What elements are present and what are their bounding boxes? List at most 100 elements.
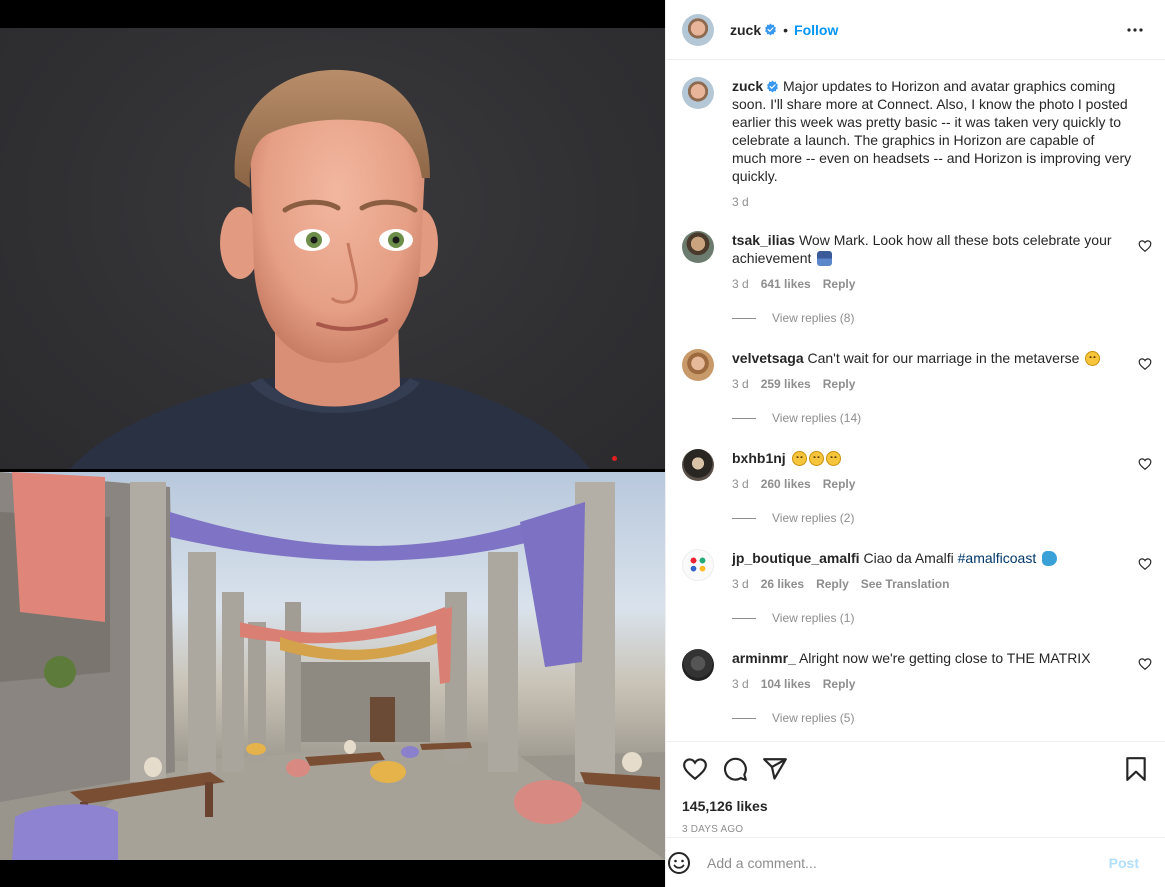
share-icon[interactable] [762, 756, 788, 782]
comment-body: tsak_ilias Wow Mark. Look how all these … [732, 231, 1132, 293]
comment-item: jp_boutique_amalfi Ciao da Amalfi #amalf… [682, 549, 1152, 593]
view-replies-label: View replies (2) [772, 511, 855, 525]
caption-text: Major updates to Horizon and avatar grap… [732, 78, 1132, 184]
post-details-panel: zuck • Follow zuck Major updates to Hori… [665, 0, 1165, 887]
comment-username[interactable]: jp_boutique_amalfi [732, 550, 860, 566]
bookmark-icon[interactable] [1123, 756, 1149, 782]
see-translation-button[interactable]: See Translation [861, 575, 950, 593]
comment-time[interactable]: 3 d [732, 375, 749, 393]
reply-button[interactable]: Reply [823, 375, 856, 393]
replies-divider [732, 417, 756, 419]
comment-username[interactable]: velvetsaga [732, 350, 804, 366]
commenter-avatar[interactable] [682, 649, 714, 681]
heart-icon[interactable] [1138, 657, 1152, 671]
heart-icon[interactable] [1138, 557, 1152, 571]
reply-button[interactable]: Reply [823, 475, 856, 493]
comments-list[interactable]: zuck Major updates to Horizon and avatar… [666, 61, 1165, 741]
view-replies-label: View replies (14) [772, 411, 862, 425]
author-info: zuck • Follow [730, 22, 838, 38]
comment-body: arminmr_ Alright now we're getting close… [732, 649, 1132, 693]
comment-meta: 3 d 641 likes Reply [732, 275, 1132, 293]
caption-time[interactable]: 3 d [732, 193, 749, 211]
post-date[interactable]: 3 DAYS AGO [682, 824, 743, 835]
view-replies-button[interactable]: View replies (14) [732, 411, 861, 425]
view-replies-button[interactable]: View replies (1) [732, 611, 854, 625]
commenter-avatar[interactable] [682, 449, 714, 481]
comment-username[interactable]: tsak_ilias [732, 232, 795, 248]
view-replies-button[interactable]: View replies (8) [732, 311, 854, 325]
comment-input[interactable] [707, 854, 1087, 871]
post-button[interactable]: Post [1109, 855, 1139, 871]
comment-icon[interactable] [722, 756, 748, 782]
heart-icon[interactable] [1138, 239, 1152, 253]
post-media[interactable] [0, 0, 665, 887]
comment-time[interactable]: 3 d [732, 675, 749, 693]
comment-meta: 3 d 26 likes Reply See Translation [732, 575, 1132, 593]
comment-time[interactable]: 3 d [732, 575, 749, 593]
comment-meta: 3 d 104 likes Reply [732, 675, 1132, 693]
author-username[interactable]: zuck [730, 22, 761, 38]
reply-button[interactable]: Reply [816, 575, 849, 593]
person-bowing-emoji-icon [817, 251, 833, 266]
verified-badge-icon [765, 23, 777, 36]
comment-time[interactable]: 3 d [732, 275, 749, 293]
separator-dot: • [783, 21, 789, 38]
commenter-avatar[interactable] [682, 549, 714, 581]
verified-badge-icon [767, 80, 779, 93]
horizon-scene-image [0, 472, 665, 860]
heart-icon[interactable] [682, 756, 708, 782]
comment-body: velvetsaga Can't wait for our marriage i… [732, 349, 1132, 393]
view-replies-button[interactable]: View replies (2) [732, 511, 854, 525]
caption-meta: 3 d [732, 193, 1132, 211]
comment-body: jp_boutique_amalfi Ciao da Amalfi #amalf… [732, 549, 1132, 593]
comment-item: tsak_ilias Wow Mark. Look how all these … [682, 231, 1152, 293]
post-actions: 145,126 likes 3 DAYS AGO [666, 741, 1165, 837]
comment-username[interactable]: bxhb1nj [732, 450, 786, 466]
view-replies-button[interactable]: View replies (5) [732, 711, 854, 725]
record-indicator [612, 456, 617, 461]
frowning-face-emoji-icon [791, 451, 807, 466]
emoji-smiley-icon[interactable] [667, 851, 691, 875]
comment-meta: 3 d 260 likes Reply [732, 475, 1132, 493]
frowning-face-emoji-icon [825, 451, 841, 466]
comment-body: bxhb1nj 3 d 260 likes Reply [732, 449, 1132, 493]
comment-likes[interactable]: 259 likes [761, 375, 811, 393]
post-caption: zuck Major updates to Horizon and avatar… [682, 77, 1152, 211]
post-header: zuck • Follow [666, 0, 1165, 60]
more-options-icon[interactable] [1123, 18, 1147, 42]
replies-divider [732, 517, 756, 519]
reply-button[interactable]: Reply [823, 275, 856, 293]
view-replies-label: View replies (5) [772, 711, 855, 725]
comment-likes[interactable]: 260 likes [761, 475, 811, 493]
comment-text: Can't wait for our marriage in the metav… [807, 350, 1080, 366]
heart-icon[interactable] [1138, 357, 1152, 371]
comment-hashtag[interactable]: #amalficoast [958, 550, 1037, 566]
comment-text: Alright now we're getting close to THE M… [798, 650, 1091, 666]
comment-text: Ciao da Amalfi [863, 550, 954, 566]
comment-item: arminmr_ Alright now we're getting close… [682, 649, 1152, 693]
fish-emoji-icon [1042, 551, 1058, 566]
replies-divider [732, 617, 756, 619]
view-replies-label: View replies (8) [772, 311, 855, 325]
action-icons-row [682, 756, 1149, 782]
avatar-render-image [0, 28, 665, 469]
comment-meta: 3 d 259 likes Reply [732, 375, 1132, 393]
comment-username[interactable]: arminmr_ [732, 650, 796, 666]
caption-username[interactable]: zuck [732, 78, 763, 94]
heart-icon[interactable] [1138, 457, 1152, 471]
comment-likes[interactable]: 641 likes [761, 275, 811, 293]
replies-divider [732, 717, 756, 719]
comment-likes[interactable]: 26 likes [761, 575, 804, 593]
caption-body: zuck Major updates to Horizon and avatar… [732, 77, 1132, 211]
commenter-avatar[interactable] [682, 349, 714, 381]
caption-author-avatar[interactable] [682, 77, 714, 109]
add-comment-bar: Post [666, 837, 1165, 887]
comment-time[interactable]: 3 d [732, 475, 749, 493]
likes-count[interactable]: 145,126 likes [682, 798, 768, 814]
comment-likes[interactable]: 104 likes [761, 675, 811, 693]
view-replies-label: View replies (1) [772, 611, 855, 625]
commenter-avatar[interactable] [682, 231, 714, 263]
follow-button[interactable]: Follow [794, 22, 838, 38]
author-avatar[interactable] [682, 13, 714, 46]
reply-button[interactable]: Reply [823, 675, 856, 693]
